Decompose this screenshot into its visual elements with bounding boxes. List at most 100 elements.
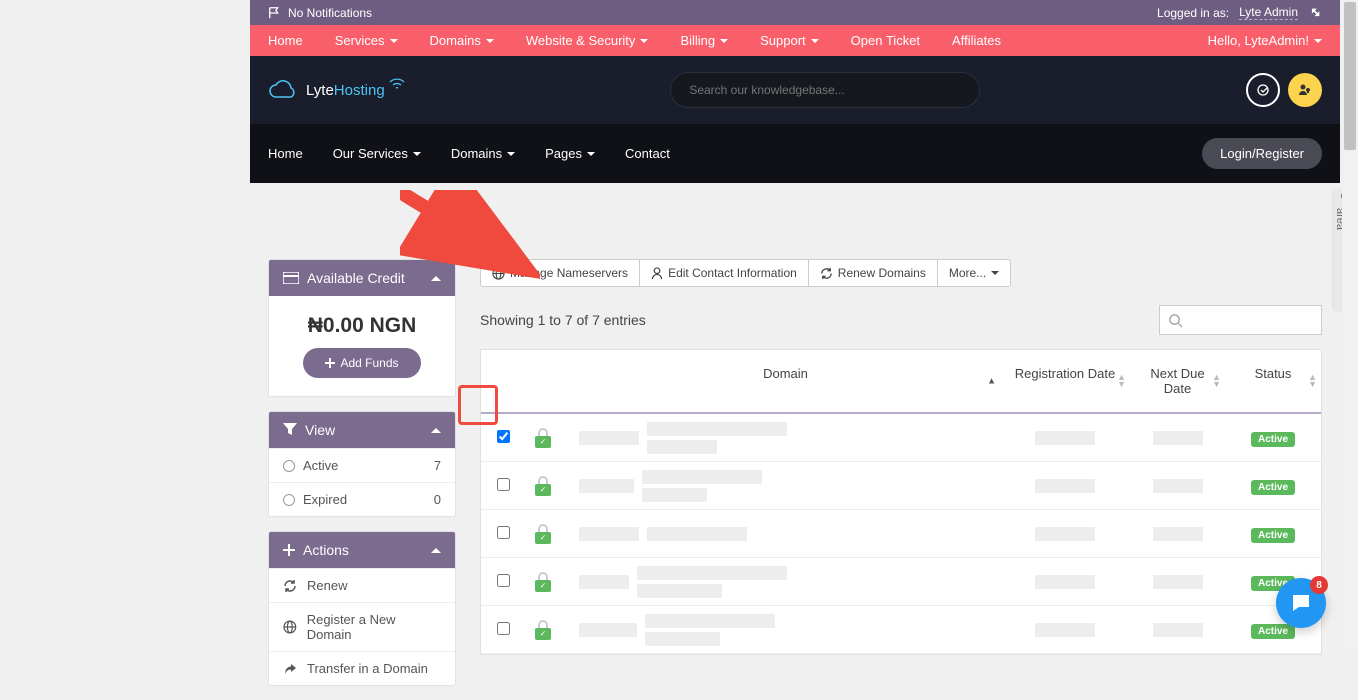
table-row[interactable]: ✓ Active <box>481 462 1321 510</box>
redacted <box>645 632 720 646</box>
status-badge: Active <box>1251 528 1295 543</box>
globe-icon <box>492 267 505 280</box>
nav-billing[interactable]: Billing <box>680 33 728 48</box>
th-domain[interactable]: Domain▲ <box>571 350 1000 412</box>
status-badge: Active <box>1251 432 1295 447</box>
nav-home[interactable]: Home <box>268 33 303 48</box>
lock-icon: ✓ <box>534 428 552 448</box>
redacted <box>1035 623 1095 637</box>
radio-icon <box>283 494 295 506</box>
globe-icon <box>283 620 297 634</box>
nav-domains[interactable]: Domains <box>430 33 494 48</box>
add-funds-button[interactable]: Add Funds <box>303 348 420 378</box>
table-row[interactable]: ✓ Active <box>481 558 1321 606</box>
chat-fab[interactable]: 8 <box>1276 578 1326 628</box>
action-register-domain[interactable]: Register a New Domain <box>269 602 455 651</box>
chat-icon <box>1289 591 1313 615</box>
scrollbar-thumb[interactable] <box>1344 2 1356 150</box>
edit-contact-button[interactable]: Edit Contact Information <box>639 259 809 287</box>
cart-icon[interactable] <box>1246 73 1280 107</box>
panel-actions: Actions Renew Register a New Domain Tran… <box>268 531 456 686</box>
logo[interactable]: LyteHosting <box>268 79 405 101</box>
status-badge: Active <box>1251 480 1295 495</box>
redacted <box>1153 575 1203 589</box>
chat-badge: 8 <box>1310 576 1328 594</box>
renew-domains-button[interactable]: Renew Domains <box>808 259 938 287</box>
panel-head-actions[interactable]: Actions <box>269 532 455 568</box>
table-header: Domain▲ Registration Date▲▼ Next Due Dat… <box>481 350 1321 414</box>
username-link[interactable]: Lyte Admin <box>1239 5 1298 20</box>
view-filter-active[interactable]: Active 7 <box>269 448 455 482</box>
row-checkbox[interactable] <box>497 622 510 635</box>
nav-website-security[interactable]: Website & Security <box>526 33 649 48</box>
nav2-pages[interactable]: Pages <box>545 146 595 161</box>
notifications-text: No Notifications <box>288 6 372 20</box>
nav2-home[interactable]: Home <box>268 146 303 161</box>
view-filter-expired[interactable]: Expired 0 <box>269 482 455 516</box>
manage-nameservers-button[interactable]: Manage Nameservers <box>480 259 640 287</box>
redacted <box>642 470 762 484</box>
knowledgebase-search[interactable] <box>670 72 980 108</box>
lock-icon: ✓ <box>534 620 552 640</box>
panel-head-view[interactable]: View <box>269 412 455 448</box>
nav-services[interactable]: Services <box>335 33 398 48</box>
redacted <box>579 623 637 637</box>
showing-entries-text: Showing 1 to 7 of 7 entries <box>480 312 646 328</box>
header-bar: LyteHosting <box>250 56 1340 124</box>
table-row[interactable]: ✓ Active <box>481 510 1321 558</box>
chevron-up-icon <box>431 548 441 553</box>
refresh-icon <box>283 579 297 593</box>
th-status[interactable]: Status▲▼ <box>1225 350 1321 412</box>
redacted <box>1035 575 1095 589</box>
filter-icon <box>283 423 297 437</box>
th-next-due-date[interactable]: Next Due Date▲▼ <box>1130 350 1225 412</box>
search-input[interactable] <box>689 83 961 97</box>
redacted <box>1153 479 1203 493</box>
refresh-icon <box>820 267 833 280</box>
logged-in-label: Logged in as: <box>1157 6 1229 20</box>
action-renew[interactable]: Renew <box>269 568 455 602</box>
row-checkbox[interactable] <box>497 526 510 539</box>
nav2-domains[interactable]: Domains <box>451 146 515 161</box>
row-checkbox[interactable] <box>497 478 510 491</box>
redacted <box>1153 431 1203 445</box>
lock-icon: ✓ <box>534 476 552 496</box>
login-register-button[interactable]: Login/Register <box>1202 138 1322 169</box>
th-registration-date[interactable]: Registration Date▲▼ <box>1000 350 1130 412</box>
scrollbar[interactable] <box>1342 0 1358 646</box>
redacted <box>647 527 747 541</box>
table-search[interactable] <box>1159 305 1322 335</box>
action-transfer-domain[interactable]: Transfer in a Domain <box>269 651 455 685</box>
redacted <box>642 488 707 502</box>
person-icon <box>651 267 663 280</box>
nav2-our-services[interactable]: Our Services <box>333 146 421 161</box>
panel-head-credit[interactable]: Available Credit <box>269 260 455 296</box>
row-checkbox[interactable] <box>497 430 510 443</box>
main-content: Manage Nameservers Edit Contact Informat… <box>480 259 1322 700</box>
account-icon[interactable] <box>1288 73 1322 107</box>
nav-open-ticket[interactable]: Open Ticket <box>851 33 920 48</box>
nav2-contact[interactable]: Contact <box>625 146 670 161</box>
credit-amount: ₦0.00 NGN <box>279 314 445 338</box>
table-row[interactable]: ✓ Active <box>481 606 1321 654</box>
row-checkbox[interactable] <box>497 574 510 587</box>
table-row[interactable]: ✓ Active <box>481 414 1321 462</box>
redacted <box>579 575 629 589</box>
panel-available-credit: Available Credit ₦0.00 NGN Add Funds <box>268 259 456 397</box>
redacted <box>637 566 787 580</box>
greeting-dropdown[interactable]: Hello, LyteAdmin! <box>1208 33 1322 48</box>
chevron-up-icon <box>431 428 441 433</box>
redacted <box>647 422 787 436</box>
expand-icon[interactable] <box>1308 6 1322 20</box>
notification-bar: No Notifications Logged in as: Lyte Admi… <box>250 0 1340 25</box>
more-actions-button[interactable]: More... <box>937 259 1011 287</box>
nav-support[interactable]: Support <box>760 33 819 48</box>
lock-icon: ✓ <box>534 572 552 592</box>
sidebar: Available Credit ₦0.00 NGN Add Funds Vie… <box>268 259 456 700</box>
flag-icon <box>268 6 282 20</box>
secondary-nav: Home Our Services Domains Pages Contact … <box>250 124 1340 183</box>
wifi-icon <box>389 77 405 89</box>
search-icon <box>1168 313 1183 328</box>
panel-view: View Active 7 Expired 0 <box>268 411 456 517</box>
nav-affiliates[interactable]: Affiliates <box>952 33 1001 48</box>
